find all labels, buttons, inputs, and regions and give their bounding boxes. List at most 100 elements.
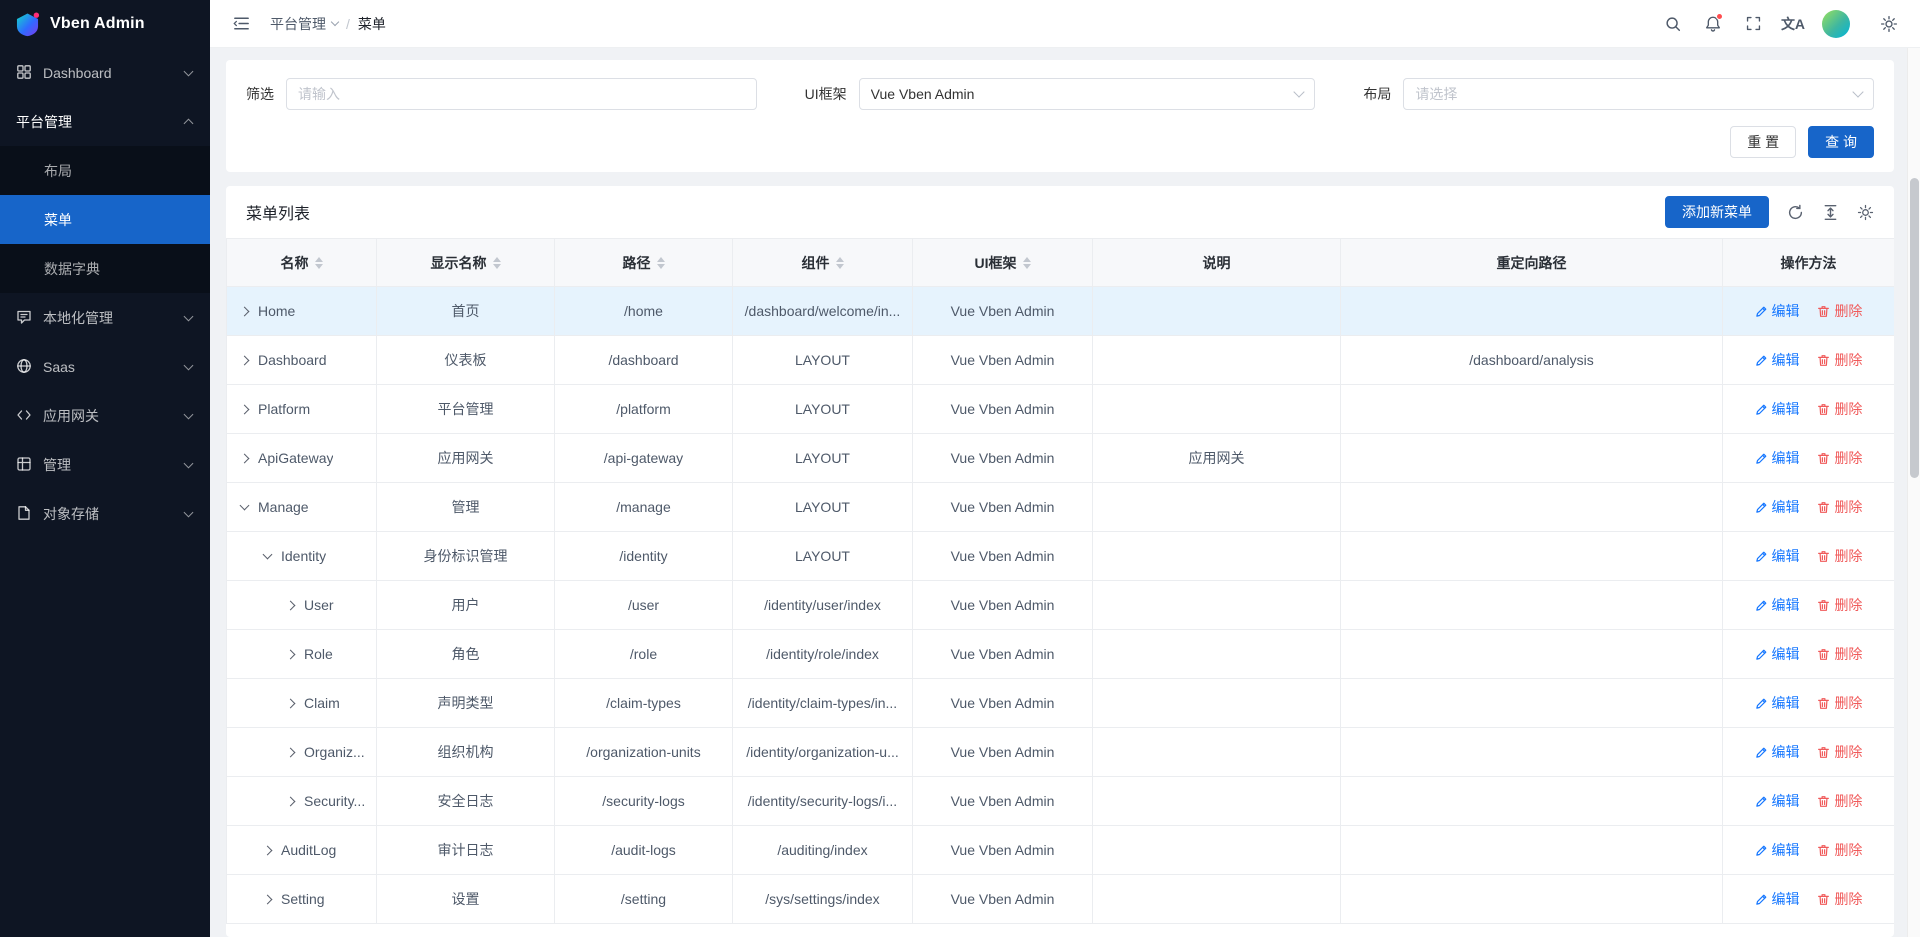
delete-button[interactable]: 删除	[1817, 840, 1862, 860]
reset-button[interactable]: 重 置	[1730, 126, 1796, 158]
sidebar-item-data-dictionary[interactable]: 数据字典	[0, 244, 210, 293]
app-logo-area[interactable]: Vben Admin	[0, 0, 210, 48]
cell-framework: Vue Vben Admin	[913, 777, 1093, 826]
delete-button[interactable]: 删除	[1817, 546, 1862, 566]
cell-component: LAYOUT	[733, 434, 913, 483]
notification-icon[interactable]	[1698, 9, 1728, 39]
expand-row-icon[interactable]	[286, 698, 296, 708]
col-header-path[interactable]: 路径	[555, 239, 733, 287]
edit-button[interactable]: 编辑	[1755, 742, 1800, 762]
edit-button[interactable]: 编辑	[1755, 448, 1800, 468]
chevron-down-icon	[184, 66, 194, 76]
refresh-icon[interactable]	[1787, 204, 1804, 221]
fullscreen-icon[interactable]	[1738, 9, 1768, 39]
edit-button[interactable]: 编辑	[1755, 497, 1800, 517]
translate-icon[interactable]: 文A	[1778, 9, 1808, 39]
expand-row-icon[interactable]	[240, 453, 250, 463]
expand-row-icon[interactable]	[286, 600, 296, 610]
sidebar-item-dashboard[interactable]: Dashboard	[0, 48, 210, 97]
delete-button[interactable]: 删除	[1817, 889, 1862, 909]
edit-label: 编辑	[1772, 399, 1800, 419]
breadcrumb-parent[interactable]: 平台管理	[270, 14, 338, 34]
delete-button[interactable]: 删除	[1817, 644, 1862, 664]
col-header-name[interactable]: 名称	[227, 239, 377, 287]
sidebar-item-localization[interactable]: 本地化管理	[0, 293, 210, 342]
edit-button[interactable]: 编辑	[1755, 301, 1800, 321]
edit-button[interactable]: 编辑	[1755, 840, 1800, 860]
table-row: ApiGateway 应用网关 /api-gateway LAYOUT Vue …	[227, 434, 1895, 483]
sidebar-item-platform[interactable]: 平台管理	[0, 97, 210, 146]
delete-button[interactable]: 删除	[1817, 693, 1862, 713]
sidebar-item-menu[interactable]: 菜单	[0, 195, 210, 244]
table-row: AuditLog 审计日志 /audit-logs /auditing/inde…	[227, 826, 1895, 875]
collapse-row-icon[interactable]	[240, 501, 250, 511]
sidebar-item-object-storage[interactable]: 对象存储	[0, 489, 210, 538]
expand-row-icon[interactable]	[286, 796, 296, 806]
cell-path: /platform	[555, 385, 733, 434]
add-menu-button[interactable]: 添加新菜单	[1665, 196, 1769, 228]
layout-select[interactable]: 请选择	[1403, 78, 1874, 110]
delete-button[interactable]: 删除	[1817, 791, 1862, 811]
edit-button[interactable]: 编辑	[1755, 889, 1800, 909]
edit-button[interactable]: 编辑	[1755, 399, 1800, 419]
row-name: Organiz...	[304, 744, 365, 760]
edit-label: 编辑	[1772, 791, 1800, 811]
cell-actions: 编辑 删除	[1723, 581, 1895, 630]
delete-button[interactable]: 删除	[1817, 497, 1862, 517]
settings-icon[interactable]	[1874, 9, 1904, 39]
sidebar-item-layout[interactable]: 布局	[0, 146, 210, 195]
cell-path: /claim-types	[555, 679, 733, 728]
cell-display-name: 组织机构	[377, 728, 555, 777]
edit-button[interactable]: 编辑	[1755, 693, 1800, 713]
col-header-component[interactable]: 组件	[733, 239, 913, 287]
table-row: Platform 平台管理 /platform LAYOUT Vue Vben …	[227, 385, 1895, 434]
table-row: Claim 声明类型 /claim-types /identity/claim-…	[227, 679, 1895, 728]
delete-label: 删除	[1834, 644, 1862, 664]
row-height-icon[interactable]	[1822, 204, 1839, 221]
column-settings-icon[interactable]	[1857, 204, 1874, 221]
expand-row-icon[interactable]	[240, 355, 250, 365]
edit-button[interactable]: 编辑	[1755, 546, 1800, 566]
collapse-row-icon[interactable]	[263, 550, 273, 560]
delete-button[interactable]: 删除	[1817, 595, 1862, 615]
table-toolbar: 菜单列表 添加新菜单	[226, 186, 1894, 238]
delete-button[interactable]: 删除	[1817, 399, 1862, 419]
col-header-framework[interactable]: UI框架	[913, 239, 1093, 287]
delete-button[interactable]: 删除	[1817, 350, 1862, 370]
user-avatar[interactable]	[1822, 10, 1850, 38]
sidebar-item-api-gateway[interactable]: 应用网关	[0, 391, 210, 440]
expand-row-icon[interactable]	[263, 894, 273, 904]
edit-button[interactable]: 编辑	[1755, 791, 1800, 811]
expand-row-icon[interactable]	[286, 649, 296, 659]
edit-label: 编辑	[1772, 644, 1800, 664]
cell-path: /audit-logs	[555, 826, 733, 875]
expand-row-icon[interactable]	[240, 404, 250, 414]
collapse-sidebar-icon[interactable]	[226, 9, 256, 39]
edit-button[interactable]: 编辑	[1755, 644, 1800, 664]
cell-actions: 编辑 删除	[1723, 385, 1895, 434]
scrollbar-thumb[interactable]	[1910, 178, 1919, 478]
ui-framework-select[interactable]: Vue Vben Admin	[859, 78, 1316, 110]
filter-input[interactable]	[286, 78, 757, 110]
cell-name: Role	[227, 630, 377, 679]
delete-button[interactable]: 删除	[1817, 301, 1862, 321]
cell-framework: Vue Vben Admin	[913, 581, 1093, 630]
edit-button[interactable]: 编辑	[1755, 595, 1800, 615]
sidebar-item-saas[interactable]: Saas	[0, 342, 210, 391]
cell-description	[1093, 728, 1341, 777]
search-icon[interactable]	[1658, 9, 1688, 39]
expand-row-icon[interactable]	[286, 747, 296, 757]
cell-name: Dashboard	[227, 336, 377, 385]
delete-button[interactable]: 删除	[1817, 448, 1862, 468]
edit-button[interactable]: 编辑	[1755, 350, 1800, 370]
table-title: 菜单列表	[246, 200, 310, 224]
cell-description	[1093, 630, 1341, 679]
sidebar-item-manage[interactable]: 管理	[0, 440, 210, 489]
delete-button[interactable]: 删除	[1817, 742, 1862, 762]
col-header-display-name[interactable]: 显示名称	[377, 239, 555, 287]
search-button[interactable]: 查 询	[1808, 126, 1874, 158]
expand-row-icon[interactable]	[263, 845, 273, 855]
edit-label: 编辑	[1772, 301, 1800, 321]
expand-row-icon[interactable]	[240, 306, 250, 316]
cell-path: /manage	[555, 483, 733, 532]
